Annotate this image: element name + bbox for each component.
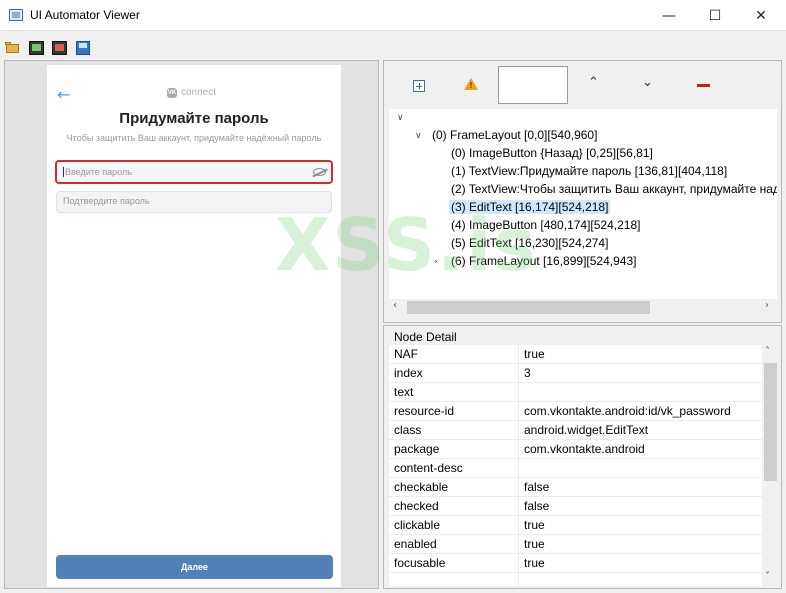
table-row[interactable]: NAF true xyxy=(389,345,762,364)
tree-collapse-icon[interactable]: ∨ xyxy=(415,131,422,141)
chevron-down-icon[interactable]: ⌄ xyxy=(642,75,653,90)
back-arrow-icon[interactable]: ← xyxy=(57,85,70,104)
device-screenshot-panel[interactable]: ← VK connect Придумайте пароль Чтобы защ… xyxy=(4,60,379,589)
property-name: checked xyxy=(394,499,439,513)
vk-logo-icon: VK xyxy=(167,87,177,98)
table-row[interactable]: content-desc xyxy=(389,459,762,478)
property-name: resource-id xyxy=(394,404,455,418)
scroll-up-icon[interactable]: ˄ xyxy=(765,346,770,357)
maximize-button[interactable]: ☐ xyxy=(692,0,738,31)
tree-node[interactable]: (2) TextView:Чтобы защитить Ваш аккаунт,… xyxy=(451,182,777,196)
table-row[interactable]: checked false xyxy=(389,497,762,516)
node-detail-table[interactable]: NAF true index 3 text resource-id com.vkont… xyxy=(389,345,762,586)
property-value[interactable]: false xyxy=(524,480,549,494)
tree-node[interactable]: (1) TextView:Придумайте пароль [136,81][… xyxy=(451,164,727,178)
table-row[interactable]: index 3 xyxy=(389,364,762,383)
property-name: content-desc xyxy=(394,461,463,475)
table-row[interactable]: enabled true xyxy=(389,535,762,554)
expand-all-icon[interactable] xyxy=(413,80,425,92)
table-row[interactable]: package com.vkontakte.android xyxy=(389,440,762,459)
property-value[interactable]: android.widget.EditText xyxy=(524,423,648,437)
property-name: enabled xyxy=(394,537,437,551)
table-row[interactable]: text xyxy=(389,383,762,402)
scroll-down-icon[interactable]: ˅ xyxy=(765,571,770,582)
device-screen[interactable]: ← VK connect Придумайте пароль Чтобы защ… xyxy=(47,65,341,587)
property-name: focusable xyxy=(394,556,446,570)
property-value[interactable]: com.vkontakte.android xyxy=(524,442,645,456)
property-name: class xyxy=(394,423,422,437)
property-name: text xyxy=(394,385,414,399)
brand-label: connect xyxy=(181,87,217,98)
property-value[interactable]: false xyxy=(524,499,549,513)
page-subtitle: Чтобы защитить Ваш аккаунт, придумайте н… xyxy=(66,133,322,143)
password-placeholder: Введите пароль xyxy=(63,167,132,177)
node-detail-panel: Node Detail NAF true index 3 text resource… xyxy=(383,325,782,589)
tree-node[interactable]: (5) EditText [16,230][524,274] xyxy=(451,236,608,250)
property-name: index xyxy=(394,366,423,380)
horizontal-scrollbar[interactable]: ‹ › xyxy=(389,299,777,316)
scroll-thumb[interactable] xyxy=(407,301,650,314)
property-value[interactable]: 3 xyxy=(524,366,531,380)
warning-mark: ! xyxy=(469,81,473,90)
property-name: checkable xyxy=(394,480,449,494)
tree-node[interactable]: (4) ImageButton [480,174][524,218] xyxy=(451,218,640,232)
save-icon[interactable] xyxy=(75,40,91,56)
page-title: Придумайте пароль xyxy=(119,110,269,127)
window-title: UI Automator Viewer xyxy=(30,8,140,22)
search-input[interactable] xyxy=(498,66,568,104)
property-value[interactable]: true xyxy=(524,518,545,532)
tree-node-root[interactable]: (0) FrameLayout [0,0][540,960] xyxy=(432,128,597,142)
title-bar: UI Automator Viewer — ☐ ✕ xyxy=(0,0,786,31)
folder-open-icon[interactable] xyxy=(5,40,21,56)
tree-expand-icon[interactable]: › xyxy=(434,257,438,267)
scroll-thumb[interactable] xyxy=(764,363,777,481)
property-value[interactable]: true xyxy=(524,537,545,551)
app-icon xyxy=(9,9,23,21)
confirm-password-field[interactable]: Подтвердите пароль xyxy=(56,191,332,213)
property-value[interactable]: com.vkontakte.android:id/vk_password xyxy=(524,404,731,418)
password-field[interactable]: Введите пароль xyxy=(55,160,333,184)
property-name: NAF xyxy=(394,347,418,361)
tree-node-selected[interactable]: (3) EditText [16,174][524,218] xyxy=(449,200,611,214)
close-button[interactable]: ✕ xyxy=(738,0,784,31)
tree-node[interactable]: (6) FrameLayout [16,899][524,943] xyxy=(451,254,636,268)
next-button[interactable]: Далее xyxy=(56,555,333,579)
tree-node[interactable]: (0) ImageButton {Назад} [0,25][56,81] xyxy=(451,146,653,160)
table-row[interactable]: focusable true xyxy=(389,554,762,573)
table-row[interactable]: class android.widget.EditText xyxy=(389,421,762,440)
hierarchy-tree[interactable]: ∨ ∨ (0) FrameLayout [0,0][540,960] (0) I… xyxy=(389,109,777,299)
table-row[interactable]: resource-id com.vkontakte.android:id/vk_p… xyxy=(389,402,762,421)
property-value[interactable]: true xyxy=(524,347,545,361)
hierarchy-panel: ! ⌃ ⌄ ∨ ∨ (0) FrameLayout [0,0][540,960]… xyxy=(383,60,782,323)
property-value[interactable]: true xyxy=(524,556,545,570)
node-detail-title: Node Detail xyxy=(394,330,457,344)
property-name: clickable xyxy=(394,518,441,532)
toolbar xyxy=(0,31,786,58)
minimize-button[interactable]: — xyxy=(646,0,692,31)
vk-connect-logo: VK connect xyxy=(167,87,216,98)
clear-search-icon[interactable] xyxy=(697,84,710,87)
tree-collapse-icon[interactable]: ∨ xyxy=(397,113,404,123)
eye-hidden-icon[interactable] xyxy=(313,168,326,176)
scroll-right-icon[interactable]: › xyxy=(765,300,769,311)
scroll-left-icon[interactable]: ‹ xyxy=(393,300,397,311)
device-screenshot-compressed-icon[interactable] xyxy=(52,40,68,56)
table-row[interactable]: clickable true xyxy=(389,516,762,535)
table-row[interactable]: checkable false xyxy=(389,478,762,497)
vertical-scrollbar[interactable]: ˄ ˅ xyxy=(762,345,779,586)
device-screenshot-icon[interactable] xyxy=(29,40,45,56)
confirm-placeholder: Подтвердите пароль xyxy=(63,196,150,206)
chevron-up-icon[interactable]: ⌃ xyxy=(588,75,599,90)
property-name: package xyxy=(394,442,440,456)
